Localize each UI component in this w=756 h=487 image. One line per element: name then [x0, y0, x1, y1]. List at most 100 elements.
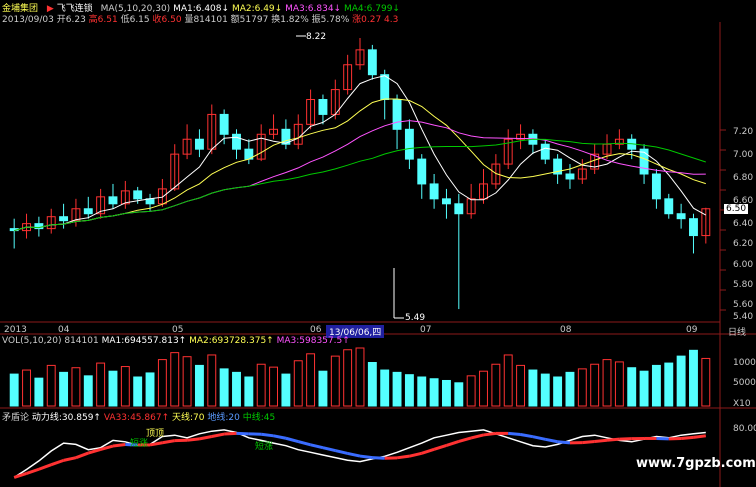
- time-tick: 08: [560, 325, 572, 335]
- time-tick: 04: [58, 325, 70, 335]
- vol-tick: X10: [733, 399, 751, 409]
- candle-body: [194, 138, 204, 150]
- va33-segment: [508, 431, 521, 436]
- va33-segment: [544, 437, 558, 444]
- volume-bar: [701, 357, 711, 407]
- volume-bar: [108, 370, 118, 407]
- volume-bar: [355, 347, 365, 407]
- va33-segment: [557, 440, 571, 445]
- volume-bar: [170, 352, 180, 407]
- vol-tick: 100000: [733, 358, 756, 368]
- volume-bar: [639, 370, 649, 407]
- vol-ma3: MA3:598357.5: [276, 336, 343, 346]
- volume-bar: [120, 366, 130, 407]
- va33-segment: [334, 449, 348, 455]
- va33-segment: [470, 433, 484, 440]
- va33-segment: [63, 456, 77, 462]
- price-tick: 6.20: [733, 239, 754, 249]
- candle-body: [676, 213, 686, 220]
- candle-body: [404, 128, 414, 160]
- va33-segment: [261, 432, 274, 438]
- va33-segment: [594, 438, 608, 444]
- volume-bar: [454, 382, 464, 407]
- va33-segment: [38, 463, 52, 471]
- volume-bar: [528, 369, 538, 407]
- va33-segment: [13, 472, 27, 479]
- va33-segment: [310, 443, 324, 450]
- price-tick: 5.80: [733, 280, 754, 290]
- va33-segment: [483, 431, 497, 437]
- info-turnover: 换1.82%: [271, 15, 309, 25]
- moving-average-lines: [14, 75, 707, 232]
- watermark-text: www.7gpzb.com: [636, 456, 756, 471]
- volume-bar: [417, 376, 427, 407]
- volume-bar: [516, 364, 526, 407]
- va33-segment: [75, 451, 89, 460]
- volume-bar: [676, 355, 686, 407]
- volume-bar: [182, 356, 192, 407]
- vol-value: 814101: [64, 336, 99, 346]
- va33-segment: [112, 443, 126, 448]
- volume-bar: [256, 363, 266, 407]
- volume-bar: [9, 373, 19, 407]
- va33-segment: [347, 451, 361, 458]
- volume-bar: [429, 378, 439, 407]
- va33-segment: [273, 434, 287, 440]
- volume-bar: [664, 362, 674, 407]
- va33-segment: [162, 439, 175, 445]
- price-tick: 6.00: [733, 260, 754, 270]
- info-change: 涨0.27: [352, 15, 382, 25]
- volume-bar: [491, 363, 501, 407]
- volume-bar: [330, 355, 340, 407]
- candle-body: [639, 148, 649, 175]
- volume-bar: [133, 376, 143, 407]
- price-tick: 7.20: [733, 127, 754, 137]
- ma-line: [14, 120, 706, 232]
- price-tick: 6.80: [733, 173, 754, 183]
- indicator-sky: 天线:70: [171, 413, 205, 423]
- price-tick: 5.60: [733, 300, 754, 310]
- indicator-header: 矛盾论 动力线:30.859↑ VA33:45.867↑ 天线:70 地线:20…: [2, 413, 276, 423]
- volume-bar: [442, 379, 451, 407]
- volume-bar: [318, 370, 328, 407]
- candle-body: [59, 216, 69, 222]
- volume-bar: [479, 370, 488, 407]
- volume-bar: [602, 359, 612, 407]
- candle-body: [83, 208, 93, 215]
- volume-bar: [293, 360, 303, 407]
- volume-bar: [367, 362, 377, 407]
- candle-body: [392, 99, 402, 130]
- candle-body: [108, 196, 118, 205]
- info-change-extra: 4.3: [384, 15, 399, 25]
- indicator-tick: 80.00: [733, 424, 756, 434]
- va33-segment: [199, 435, 213, 441]
- volume-bar: [145, 372, 155, 407]
- volume-bar: [34, 377, 44, 407]
- va33-segment: [520, 433, 534, 439]
- volume-bar: [404, 374, 414, 407]
- price-tick: 5.40: [733, 312, 754, 322]
- volume-bar: [281, 373, 291, 407]
- va33-segment: [396, 454, 410, 460]
- va33-segment: [445, 440, 460, 447]
- time-tick: 2013: [4, 325, 27, 335]
- volume-bar: [59, 371, 69, 407]
- volume-bar: [614, 361, 624, 407]
- volume-bar: [306, 353, 316, 407]
- volume-bar: [343, 349, 353, 407]
- volume-bar: [577, 368, 587, 407]
- indicator-lines: [13, 429, 707, 479]
- info-low: 低6.15: [120, 15, 150, 25]
- va33-segment: [458, 436, 472, 443]
- volume-bar: [627, 367, 637, 407]
- candle-body: [454, 203, 464, 215]
- period-label[interactable]: 日线: [728, 325, 746, 338]
- candle-body: [429, 183, 439, 200]
- volume-bar: [71, 367, 81, 407]
- time-tick: 05: [172, 325, 184, 335]
- volume-bar: [22, 369, 31, 407]
- volume-bar: [219, 368, 229, 407]
- va33-segment: [186, 437, 200, 442]
- volume-bar: [553, 376, 563, 407]
- ma-line: [14, 75, 707, 232]
